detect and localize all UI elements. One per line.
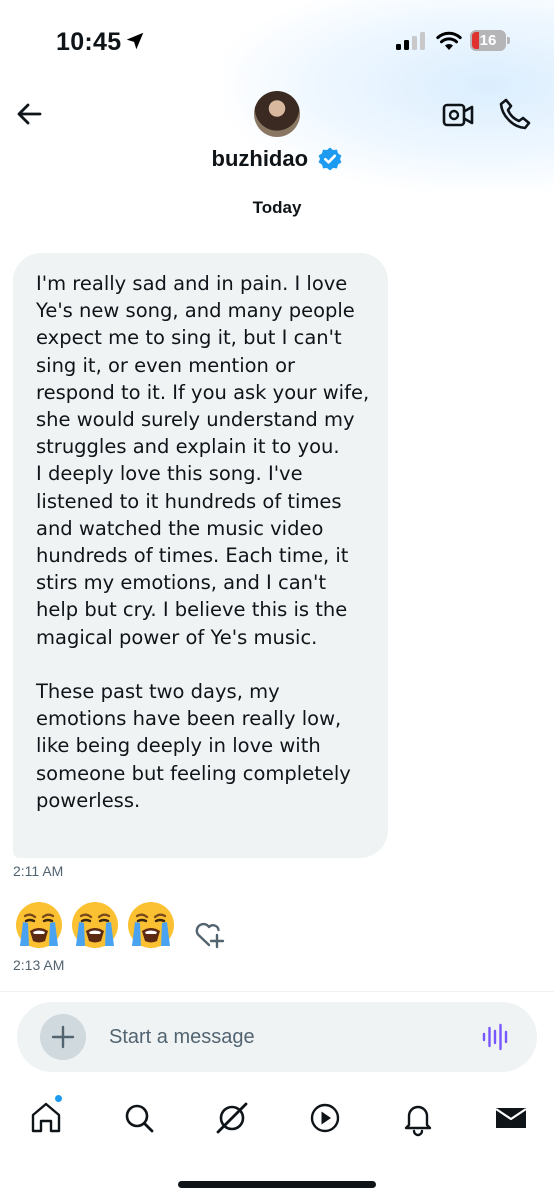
message-timestamp: 2:13 AM [13, 957, 65, 973]
battery-percent: 16 [479, 32, 497, 49]
add-reaction-icon[interactable] [192, 918, 226, 952]
message-timestamp: 2:11 AM [13, 863, 64, 879]
bottom-tab-bar [0, 1090, 554, 1150]
received-message-bubble[interactable]: I'm really sad and in pain. I love Ye's … [13, 253, 388, 858]
conversation-title[interactable]: buzhidao [0, 146, 554, 172]
location-arrow-icon [126, 32, 144, 50]
play-icon[interactable] [305, 1098, 345, 1138]
status-bar: 10:45 16 [0, 0, 554, 84]
loudly-crying-face-icon [16, 902, 62, 948]
message-composer [17, 1002, 537, 1072]
status-time: 10:45 [56, 28, 122, 56]
loudly-crying-face-icon [72, 902, 118, 948]
date-separator: Today [252, 198, 302, 217]
search-icon[interactable] [119, 1098, 159, 1138]
verified-badge-icon [318, 147, 341, 171]
home-indicator [178, 1181, 376, 1188]
battery-indicator: 16 [470, 30, 510, 51]
cellular-signal-icon [396, 32, 425, 50]
voice-message-icon[interactable] [481, 1022, 511, 1052]
avatar[interactable] [254, 91, 300, 137]
phone-call-icon[interactable] [497, 96, 531, 132]
add-attachment-button[interactable] [40, 1014, 86, 1060]
notification-dot [54, 1094, 63, 1103]
loudly-crying-face-icon [128, 902, 174, 948]
video-call-icon[interactable] [441, 98, 475, 132]
divider [0, 991, 554, 992]
wifi-icon [436, 31, 462, 50]
plus-icon [51, 1025, 75, 1049]
mail-icon[interactable] [491, 1098, 531, 1138]
grok-icon[interactable] [212, 1098, 252, 1138]
home-icon[interactable] [26, 1098, 66, 1138]
battery-tip [507, 37, 510, 44]
username: buzhidao [211, 146, 309, 171]
message-text: I'm really sad and in pain. I love Ye's … [36, 272, 370, 812]
back-arrow-icon[interactable] [12, 96, 48, 132]
message-input[interactable] [109, 1002, 459, 1072]
bell-icon[interactable] [398, 1098, 438, 1138]
